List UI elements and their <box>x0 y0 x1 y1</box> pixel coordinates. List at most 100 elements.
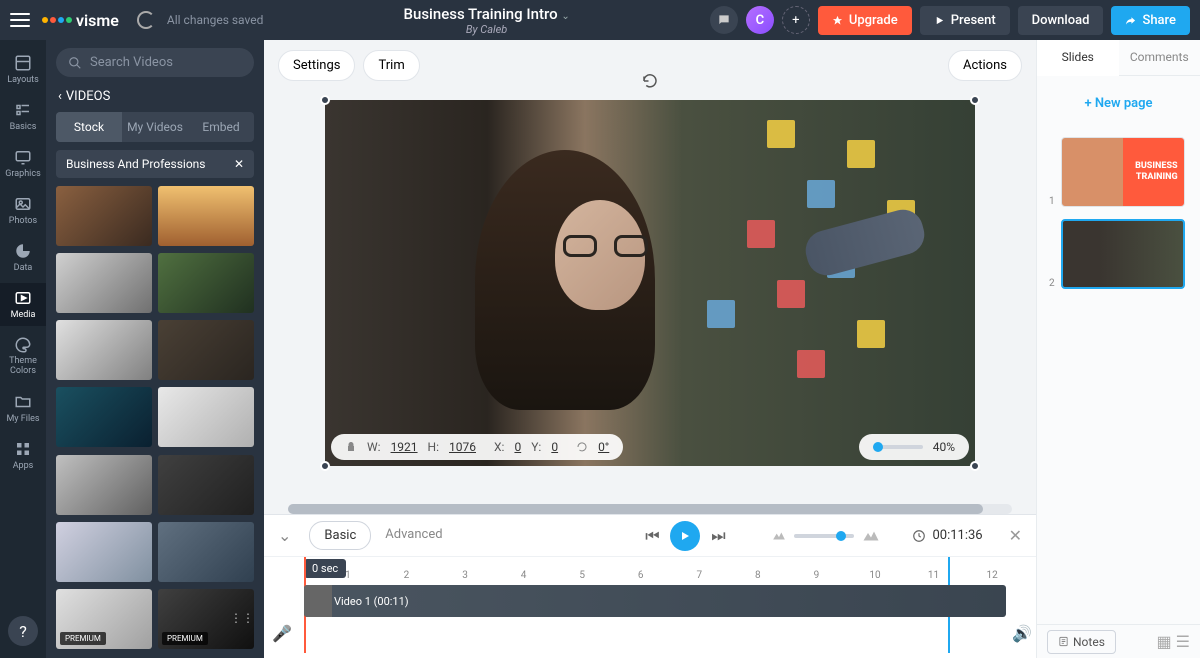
video-thumb[interactable] <box>158 186 254 246</box>
download-button[interactable]: Download <box>1018 6 1104 35</box>
slide-number: 2 <box>1049 278 1055 289</box>
search-placeholder: Search Videos <box>90 55 173 70</box>
brand-logo[interactable]: visme <box>42 11 119 30</box>
search-input[interactable]: Search Videos <box>56 48 254 77</box>
video-thumb[interactable] <box>56 387 152 447</box>
layouts-icon <box>14 54 32 72</box>
timeline-zoom-slider[interactable] <box>794 534 854 538</box>
video-thumb[interactable] <box>158 387 254 447</box>
video-thumb[interactable] <box>56 186 152 246</box>
resize-handle[interactable] <box>970 95 980 105</box>
apps-icon <box>14 440 32 458</box>
media-icon <box>14 289 32 307</box>
undo-icon[interactable] <box>137 11 155 29</box>
drag-handle-icon[interactable]: ⋮⋮ <box>230 611 254 625</box>
trim-button[interactable]: Trim <box>363 50 419 81</box>
premium-badge: PREMIUM <box>60 632 106 645</box>
video-thumb[interactable] <box>56 455 152 515</box>
sidebar-item-media[interactable]: Media <box>0 283 46 326</box>
notes-icon <box>1058 636 1069 647</box>
opacity-value: 40% <box>933 440 955 454</box>
sidebar-item-photos[interactable]: Photos <box>0 189 46 232</box>
canvas-hscrollbar[interactable] <box>288 504 1012 514</box>
timeline-tab-advanced[interactable]: Advanced <box>371 521 456 550</box>
hamburger-menu-icon[interactable] <box>10 13 30 27</box>
close-timeline-icon[interactable]: ✕ <box>1009 526 1022 545</box>
project-title: Business Training Intro <box>404 5 558 23</box>
slide-thumbnail[interactable]: BUSINESSTRAINING <box>1061 137 1185 207</box>
help-button[interactable]: ? <box>8 616 38 646</box>
speaker-icon[interactable]: 🔊 <box>1012 624 1032 643</box>
media-source-tabs: Stock My Videos Embed <box>56 112 254 142</box>
video-thumb[interactable] <box>158 253 254 313</box>
user-avatar[interactable]: C <box>746 6 774 34</box>
tab-comments[interactable]: Comments <box>1119 40 1200 75</box>
share-button[interactable]: Share <box>1111 6 1190 35</box>
tab-my-videos[interactable]: My Videos <box>122 112 188 142</box>
video-thumb[interactable] <box>56 253 152 313</box>
skip-forward-icon[interactable]: ⏭ <box>706 524 730 548</box>
sidebar-item-layouts[interactable]: Layouts <box>0 48 46 91</box>
video-thumbnail-grid: PREMIUM PREMIUM <box>56 186 254 650</box>
time-display: 00:11:36 <box>912 528 982 543</box>
play-button[interactable] <box>670 521 700 551</box>
video-thumb[interactable] <box>158 522 254 582</box>
list-view-icon[interactable]: ☰ <box>1176 632 1190 651</box>
video-thumb[interactable]: PREMIUM <box>56 589 152 649</box>
chevron-left-icon: ‹ <box>58 89 62 104</box>
zoom-out-icon[interactable] <box>772 531 786 541</box>
slide-number: 1 <box>1049 196 1055 207</box>
rotate-icon[interactable] <box>576 441 588 453</box>
resize-handle[interactable] <box>320 95 330 105</box>
video-thumb[interactable] <box>56 522 152 582</box>
sidebar-item-apps[interactable]: Apps <box>0 434 46 477</box>
tab-slides[interactable]: Slides <box>1037 40 1119 76</box>
left-toolbar: Layouts Basics Graphics Photos Data Medi… <box>0 40 46 658</box>
selected-video-frame[interactable]: W:1921 H:1076 X:0 Y:0 0° 40% <box>325 100 975 466</box>
premium-badge: PREMIUM <box>162 632 208 645</box>
collapse-timeline-icon[interactable]: ⌄ <box>278 526 291 545</box>
present-button[interactable]: Present <box>920 6 1010 35</box>
settings-button[interactable]: Settings <box>278 50 355 81</box>
resize-handle[interactable] <box>970 461 980 471</box>
sidebar-item-basics[interactable]: Basics <box>0 95 46 138</box>
filter-chip[interactable]: Business And Professions ✕ <box>56 150 254 178</box>
project-title-area[interactable]: Business Training Intro ⌄ By Caleb <box>275 5 697 36</box>
grid-view-icon[interactable]: ▦ <box>1157 632 1172 651</box>
video-thumb[interactable] <box>158 320 254 380</box>
microphone-icon[interactable]: 🎤 <box>272 624 292 643</box>
upgrade-button[interactable]: Upgrade <box>818 6 912 35</box>
new-page-button[interactable]: + New page <box>1049 88 1188 119</box>
sidebar-item-graphics[interactable]: Graphics <box>0 142 46 185</box>
back-videos-button[interactable]: ‹ VIDEOS <box>58 89 252 104</box>
sidebar-item-themecolors[interactable]: Theme Colors <box>0 330 46 383</box>
slide-thumbnail[interactable] <box>1061 219 1185 289</box>
video-thumb[interactable] <box>56 320 152 380</box>
actions-button[interactable]: Actions <box>948 50 1022 81</box>
rotate-handle-icon[interactable] <box>641 72 659 90</box>
dimensions-bar[interactable]: W:1921 H:1076 X:0 Y:0 0° <box>331 434 623 460</box>
slide-item[interactable]: 1 BUSINESSTRAINING <box>1049 137 1188 207</box>
sidebar-item-data[interactable]: Data <box>0 236 46 279</box>
opacity-control[interactable]: 40% <box>859 434 969 460</box>
timeline-tab-basic[interactable]: Basic <box>309 521 371 550</box>
timeline-ruler[interactable]: 1 2 3 4 5 6 7 8 9 10 11 12 <box>304 557 1036 583</box>
data-icon <box>14 242 32 260</box>
add-collaborator-icon[interactable]: + <box>782 6 810 34</box>
video-clip[interactable]: Video 1 (00:11) <box>304 585 1006 617</box>
skip-back-icon[interactable]: ⏮ <box>640 524 664 548</box>
tab-stock[interactable]: Stock <box>56 112 122 142</box>
resize-handle[interactable] <box>320 461 330 471</box>
tab-embed[interactable]: Embed <box>188 112 254 142</box>
lock-icon[interactable] <box>345 441 357 453</box>
notes-button[interactable]: Notes <box>1047 630 1116 654</box>
video-thumb[interactable] <box>158 455 254 515</box>
close-icon[interactable]: ✕ <box>234 157 244 171</box>
chat-icon[interactable] <box>710 6 738 34</box>
zoom-in-icon[interactable] <box>862 530 880 542</box>
sidebar-item-myfiles[interactable]: My Files <box>0 387 46 430</box>
top-bar: visme All changes saved Business Trainin… <box>0 0 1200 40</box>
slide-item[interactable]: 2 <box>1049 219 1188 289</box>
audio-track[interactable]: 🎤 🔊 <box>304 619 1036 647</box>
clock-icon <box>912 529 926 543</box>
